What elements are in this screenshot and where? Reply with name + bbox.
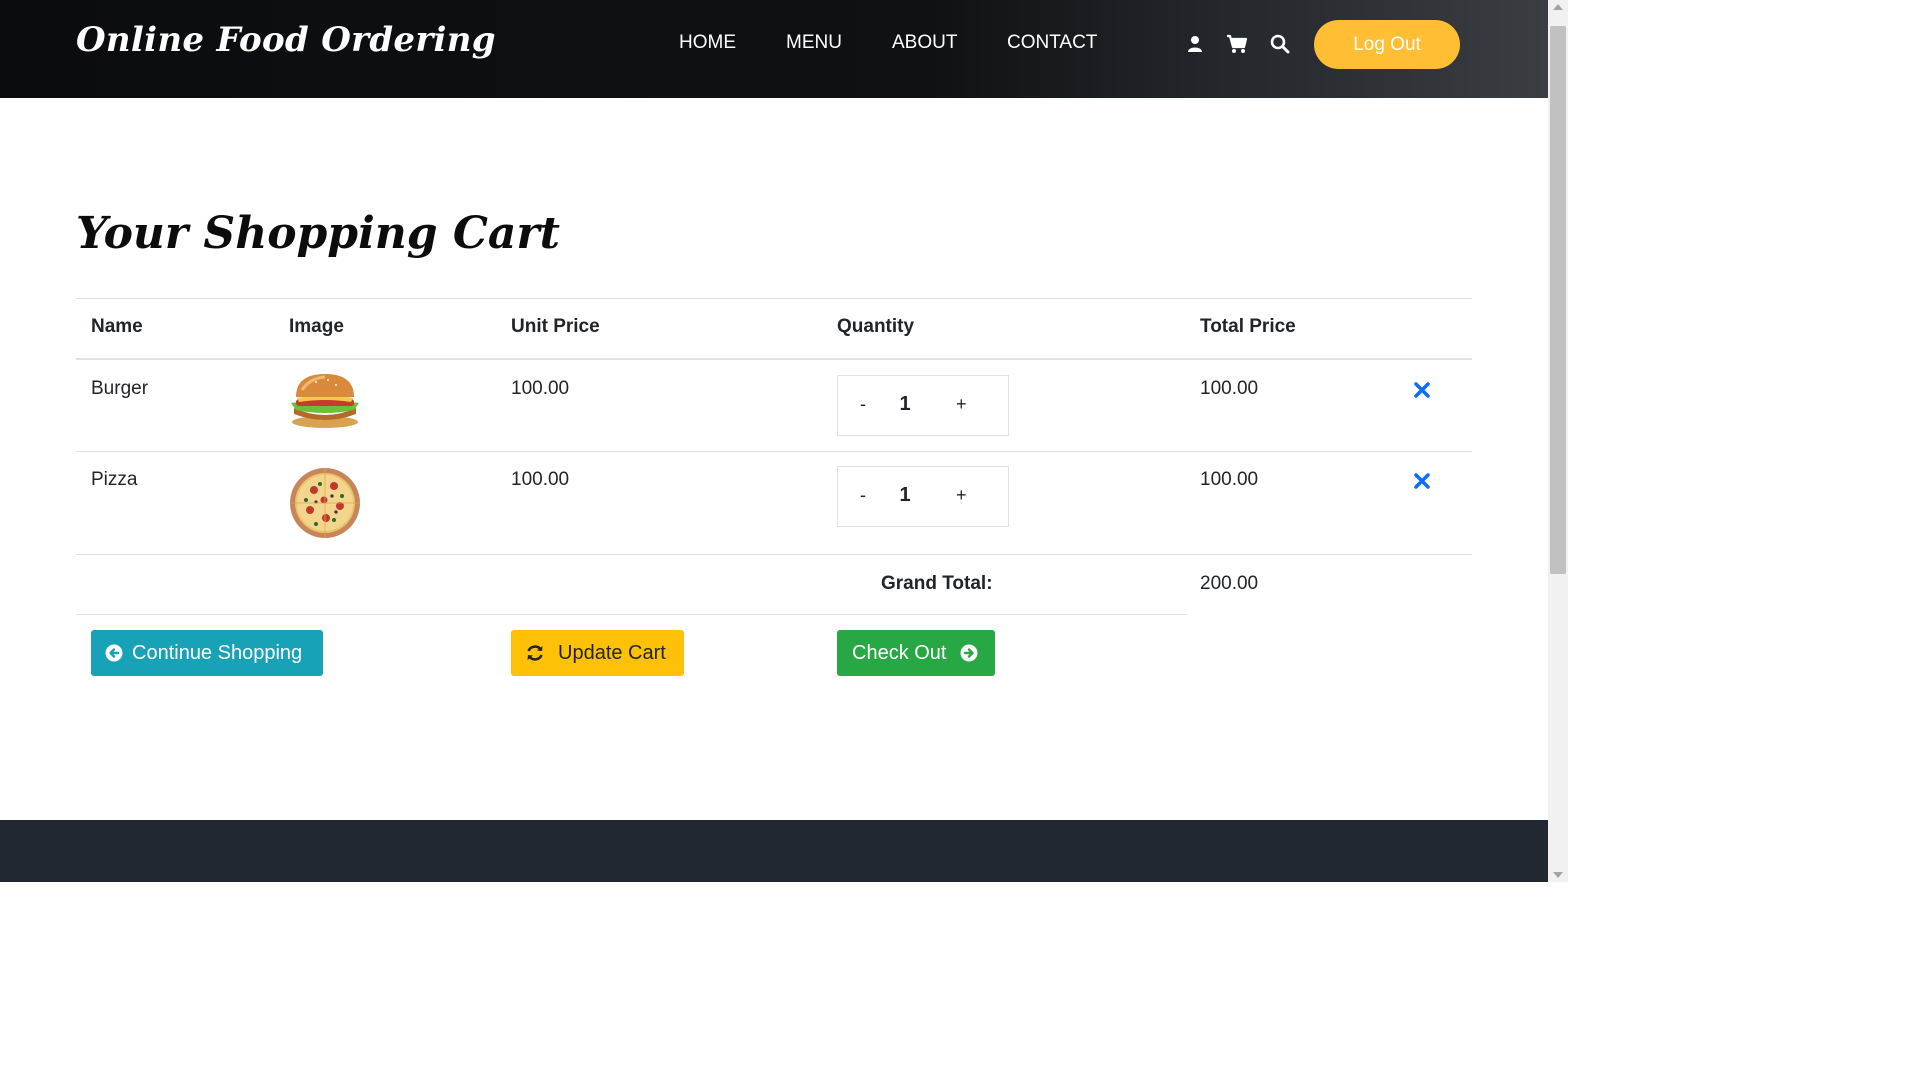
nav-menu[interactable]: MENU	[786, 32, 842, 54]
remove-icon[interactable]	[1414, 473, 1432, 491]
nav-home[interactable]: HOME	[679, 32, 736, 54]
grand-total-value: 200.00	[1200, 573, 1259, 594]
item-name: Pizza	[91, 469, 138, 490]
burger-image	[288, 370, 362, 444]
column-header-quantity: Quantity	[837, 316, 915, 337]
remove-icon[interactable]	[1414, 382, 1432, 400]
nav-contact[interactable]: CONTACT	[1007, 32, 1097, 54]
arrow-left-circle-icon	[105, 644, 123, 662]
scroll-down-icon[interactable]	[1553, 872, 1563, 878]
column-header-unit-price: Unit Price	[511, 316, 600, 337]
arrow-right-circle-icon	[960, 644, 978, 662]
decrease-quantity-button[interactable]: -	[860, 485, 866, 506]
quantity-stepper: - 1 +	[837, 375, 1009, 436]
grand-total-label: Grand Total:	[881, 573, 993, 594]
increase-quantity-button[interactable]: +	[956, 485, 967, 506]
scroll-up-icon[interactable]	[1553, 4, 1563, 10]
quantity-value[interactable]: 1	[898, 393, 912, 416]
quantity-stepper: - 1 +	[837, 466, 1009, 527]
checkout-label: Check Out	[852, 641, 947, 664]
unit-price: 100.00	[511, 469, 570, 490]
cart-icon[interactable]	[1226, 34, 1248, 54]
header-divider	[76, 358, 1472, 360]
site-header: Online Food Ordering HOME MENU ABOUT CON…	[0, 0, 1548, 98]
update-cart-label: Update Cart	[558, 641, 666, 664]
decrease-quantity-button[interactable]: -	[860, 394, 866, 415]
pizza-image	[288, 466, 362, 540]
nav-about[interactable]: ABOUT	[892, 32, 957, 54]
user-icon[interactable]	[1185, 34, 1205, 54]
row-divider	[76, 554, 1472, 555]
checkout-button[interactable]: Check Out	[837, 630, 995, 676]
item-name: Burger	[91, 378, 149, 399]
row-divider	[76, 451, 1472, 452]
continue-shopping-label: Continue Shopping	[132, 641, 303, 664]
page-title: Your Shopping Cart	[76, 208, 560, 259]
total-price: 100.00	[1200, 469, 1259, 490]
search-icon[interactable]	[1270, 34, 1290, 54]
update-cart-button[interactable]: Update Cart	[511, 630, 684, 676]
unit-price: 100.00	[511, 378, 570, 399]
quantity-value[interactable]: 1	[898, 484, 912, 507]
column-header-total-price: Total Price	[1200, 316, 1296, 337]
total-divider	[76, 614, 1187, 615]
increase-quantity-button[interactable]: +	[956, 394, 967, 415]
total-price: 100.00	[1200, 378, 1259, 399]
site-footer	[0, 820, 1548, 882]
logout-button[interactable]: Log Out	[1314, 20, 1460, 69]
page-scrollbar[interactable]	[1548, 0, 1568, 882]
refresh-icon	[527, 645, 543, 661]
scroll-thumb[interactable]	[1550, 26, 1566, 574]
brand-logo[interactable]: Online Food Ordering	[76, 20, 496, 60]
continue-shopping-button[interactable]: Continue Shopping	[91, 630, 323, 676]
column-header-image: Image	[289, 316, 344, 337]
table-top-border	[76, 298, 1472, 299]
column-header-name: Name	[91, 316, 143, 337]
